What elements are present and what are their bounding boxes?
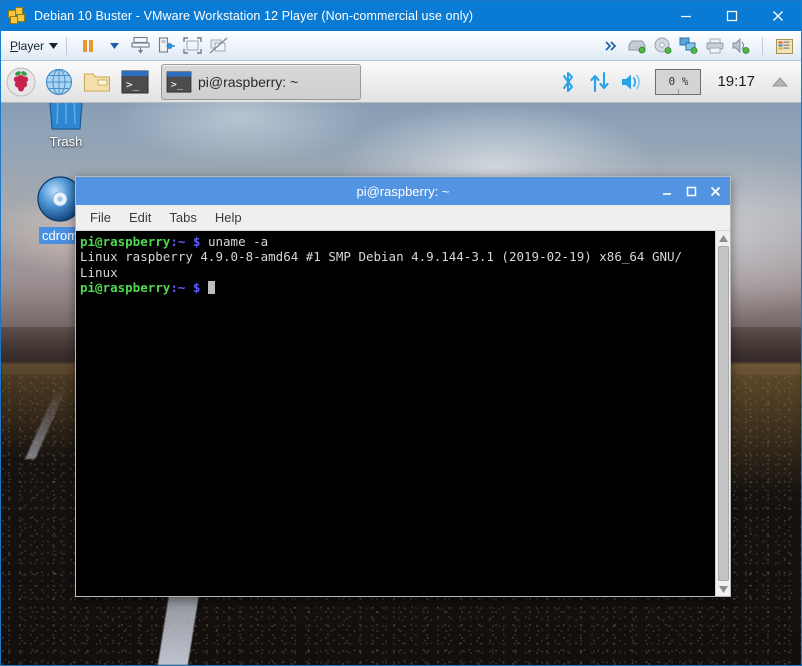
vmware-title-text: Debian 10 Buster - VMware Workstation 12… [34, 9, 474, 23]
speaker-icon [732, 37, 750, 54]
terminal-cursor [207, 280, 216, 294]
network-adapter-status-icon[interactable] [676, 34, 702, 58]
unity-mode-button[interactable] [205, 34, 231, 58]
prompt-path-2: :~ [170, 279, 186, 295]
terminal-command: uname -a [200, 234, 269, 249]
hard-disk-icon [628, 40, 646, 54]
svg-text:>_: >_ [126, 78, 140, 91]
removable-devices-button[interactable] [153, 34, 179, 58]
toolbar-separator-2 [762, 37, 763, 55]
pause-icon [83, 39, 94, 52]
terminal-close-button[interactable] [704, 178, 726, 204]
vmware-toolbar: Player [1, 31, 801, 61]
toolbar-overflow-button[interactable] [598, 34, 624, 58]
lxde-panel: >_ >_ pi@raspberry: ~ 0 % 19:17 [1, 61, 801, 103]
keyboard-send-icon [130, 36, 150, 54]
toolbar-separator [66, 36, 68, 55]
terminal-body: pi@raspberry:~ $ uname -a Linux raspberr… [76, 231, 730, 596]
taskbar: >_ pi@raspberry: ~ [153, 63, 553, 100]
cd-dvd-icon [654, 37, 672, 54]
terminal-scrollbar[interactable] [715, 231, 730, 596]
launcher-terminal[interactable]: >_ [117, 64, 153, 100]
network-icon [679, 37, 698, 54]
fullscreen-icon [182, 37, 202, 54]
cd-dvd-status-icon[interactable] [650, 34, 676, 58]
terminal-title-bar[interactable]: pi@raspberry: ~ [76, 177, 730, 205]
term-menu-help[interactable]: Help [207, 207, 250, 228]
terminal-menu-bar: File Edit Tabs Help [76, 205, 730, 231]
launcher-web-browser[interactable] [41, 64, 77, 100]
printer-icon [706, 38, 724, 53]
terminal-output-line-2: Linux [80, 264, 118, 280]
scroll-down-icon [718, 585, 728, 593]
prompt-user-2: pi@raspberry [80, 279, 171, 295]
tray-eject[interactable] [765, 64, 795, 100]
terminal-caption-buttons [656, 177, 726, 205]
vmware-logo-icon [8, 7, 26, 25]
vmware-minimize-button[interactable] [663, 1, 709, 31]
desktop-icon-trash-label: Trash [49, 134, 83, 149]
bluetooth-icon [563, 71, 574, 92]
terminal-window: pi@raspberry: ~ File Edit Tabs Help pi@r… [75, 176, 731, 597]
globe-browser-icon [45, 68, 73, 95]
vmware-status-icons [598, 31, 797, 61]
svg-text:>_: >_ [171, 79, 184, 90]
term-menu-file[interactable]: File [82, 207, 119, 228]
printer-status-icon[interactable] [702, 34, 728, 58]
tray-volume[interactable] [617, 64, 647, 100]
unity-disabled-icon [209, 37, 227, 54]
enter-fullscreen-button[interactable] [179, 34, 205, 58]
pause-dropdown-button[interactable] [101, 34, 127, 58]
raspberry-pi-icon [6, 67, 36, 96]
folder-icon [83, 72, 111, 92]
eject-icon [771, 76, 789, 86]
player-menu-button[interactable]: Player [10, 38, 59, 53]
vmware-caption-buttons [663, 1, 801, 31]
tray-bluetooth[interactable] [553, 64, 583, 100]
prompt-user: pi@raspberry [80, 234, 171, 249]
snapshot-icon [775, 38, 793, 54]
scrollbar-thumb[interactable] [717, 246, 729, 581]
vmware-title-bar: Debian 10 Buster - VMware Workstation 12… [1, 1, 801, 31]
menu-button[interactable] [3, 64, 39, 100]
system-tray: 0 % 19:17 [553, 64, 801, 100]
caret-down-icon [49, 42, 59, 49]
terminal-icon: >_ [166, 70, 192, 93]
terminal-title-text: pi@raspberry: ~ [356, 183, 450, 199]
guest-os-screen: Trash cdrom pi@raspberry: ~ File Edit Ta… [1, 61, 801, 665]
terminal-output-line-1: Linux raspberry 4.9.0-8-amd64 #1 SMP Deb… [80, 249, 683, 265]
player-menu-label: Player [10, 38, 45, 53]
term-menu-tabs[interactable]: Tabs [161, 207, 204, 228]
scroll-up-icon [718, 234, 728, 242]
terminal-minimize-button[interactable] [656, 178, 678, 204]
hard-disk-status-icon[interactable] [624, 34, 650, 58]
vmware-maximize-button[interactable] [709, 1, 755, 31]
launcher-file-manager[interactable] [79, 64, 115, 100]
sound-card-status-icon[interactable] [728, 34, 754, 58]
caret-down-icon [109, 42, 119, 49]
manage-snapshots-button[interactable] [771, 34, 797, 58]
vmware-player-window: Debian 10 Buster - VMware Workstation 12… [0, 0, 802, 666]
vmware-close-button[interactable] [755, 1, 801, 31]
pause-button[interactable] [75, 34, 101, 58]
terminal-icon: >_ [121, 70, 149, 93]
scroll-up-button[interactable] [716, 231, 731, 245]
cpu-usage-value: 0 % [668, 75, 689, 88]
prompt-symbol-2: $ [192, 279, 201, 295]
volume-icon [622, 74, 641, 89]
usb-plug-icon [158, 37, 175, 53]
scroll-down-button[interactable] [716, 582, 731, 596]
term-menu-edit[interactable]: Edit [121, 207, 159, 228]
panel-clock[interactable]: 19:17 [709, 73, 763, 90]
prompt-path: :~ [170, 234, 186, 249]
tray-network[interactable] [585, 64, 615, 100]
double-chevron-right-icon [605, 41, 617, 51]
terminal-screen[interactable]: pi@raspberry:~ $ uname -a Linux raspberr… [76, 231, 715, 596]
taskbar-window-button-label: pi@raspberry: ~ [198, 73, 299, 90]
send-ctrl-alt-del-button[interactable] [127, 34, 153, 58]
network-updown-icon [590, 71, 610, 92]
cpu-usage-monitor[interactable]: 0 % [655, 68, 702, 95]
terminal-maximize-button[interactable] [680, 178, 702, 204]
taskbar-window-button[interactable]: >_ pi@raspberry: ~ [161, 63, 361, 100]
